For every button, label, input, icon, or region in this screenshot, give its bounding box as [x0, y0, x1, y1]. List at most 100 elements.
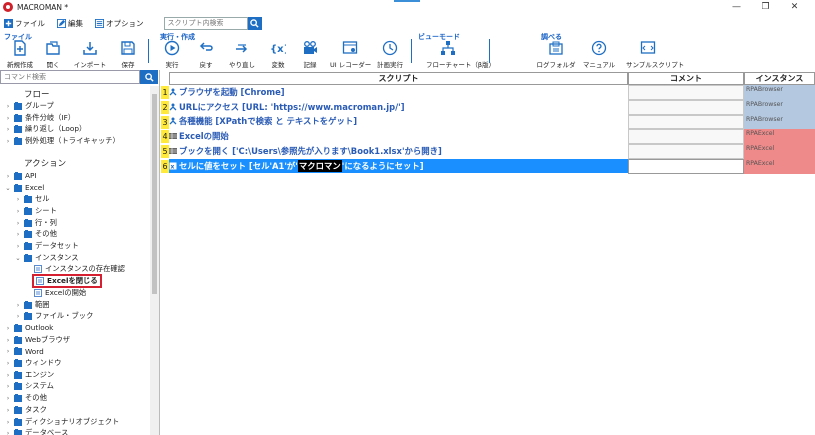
tree-item-instance-child[interactable]: Excelの開始	[24, 287, 86, 299]
command-tree-scrollbar[interactable]	[150, 86, 159, 435]
chevron-right-icon[interactable]: ›	[4, 336, 12, 344]
tree-item-category[interactable]: › ウィンドウ	[4, 357, 61, 369]
chevron-right-icon[interactable]: ›	[14, 301, 22, 309]
chevron-down-icon[interactable]: ⌄	[14, 254, 22, 262]
script-cell[interactable]: ブックを開く ['C:\Users\参照先が入ります\Book1.xlsx'から…	[169, 144, 628, 159]
script-search-input[interactable]	[163, 16, 248, 30]
instance-cell[interactable]: RPABrowser	[744, 85, 815, 100]
open-button[interactable]: 開く	[33, 40, 73, 69]
import-button[interactable]: インポート	[70, 40, 110, 69]
chevron-right-icon[interactable]: ›	[14, 230, 22, 238]
chevron-right-icon[interactable]: ›	[4, 359, 12, 367]
record-button[interactable]: 記録	[290, 40, 330, 69]
flowchart-button[interactable]: フローチャート（β版）	[426, 40, 495, 69]
chevron-right-icon[interactable]: ›	[4, 137, 12, 145]
tree-item-excel-child[interactable]: › 行・列	[14, 217, 57, 229]
tree-item-excel[interactable]: ⌄ Excel	[4, 182, 44, 194]
script-row[interactable]: 4 Excelの開始 RPAExcel	[161, 129, 815, 145]
minimize-button[interactable]: —	[722, 1, 751, 13]
chevron-right-icon[interactable]: ›	[4, 324, 12, 332]
comment-cell[interactable]	[628, 129, 744, 145]
menu-file[interactable]: ファイル	[4, 18, 45, 29]
tree-item-excel-child[interactable]: › データセット	[14, 240, 79, 252]
undo-button[interactable]: 戻す	[186, 40, 226, 69]
instance-cell[interactable]: RPAExcel	[744, 129, 815, 145]
schedule-button[interactable]: 計画実行	[370, 40, 410, 69]
instance-cell[interactable]: RPABrowser	[744, 114, 815, 130]
comment-cell[interactable]	[628, 99, 744, 115]
tree-item-flow[interactable]: › 条件分岐（IF）	[4, 112, 75, 124]
tree-item-category[interactable]: › Webブラウザ	[4, 334, 70, 346]
comment-cell[interactable]	[628, 85, 744, 100]
menu-options[interactable]: オプション	[95, 18, 144, 29]
redo-button[interactable]: やり直し	[222, 40, 262, 69]
tree-item-category[interactable]: › エンジン	[4, 369, 54, 381]
script-cell[interactable]: ブラウザを起動 [Chrome]	[169, 85, 628, 100]
tree-item-flow[interactable]: › 例外処理（トライキャッチ）	[4, 135, 120, 147]
column-header-script[interactable]: スクリプト	[169, 72, 628, 85]
chevron-down-icon[interactable]: ⌄	[4, 184, 12, 192]
comment-cell[interactable]	[628, 159, 744, 174]
script-row[interactable]: 6 x セルに値をセット [セル'A1'が' マクロマン 'になるようにセット] RPAE…	[161, 159, 815, 174]
tree-item-category[interactable]: › Outlook	[4, 322, 54, 334]
tree-item-excel-child[interactable]: › 範囲	[14, 299, 50, 311]
menu-edit[interactable]: 編集	[57, 18, 83, 29]
chevron-right-icon[interactable]: ›	[14, 195, 22, 203]
tree-item-flow[interactable]: › グループ	[4, 100, 54, 112]
comment-cell[interactable]	[628, 114, 744, 130]
tree-item-instance[interactable]: ⌄ インスタンス	[14, 252, 79, 264]
tree-item-instance-child[interactable]: Excelを閉じる	[24, 274, 102, 289]
tree-item-category[interactable]: › データベース	[4, 427, 68, 435]
chevron-right-icon[interactable]: ›	[4, 429, 12, 435]
chevron-right-icon[interactable]: ›	[4, 102, 12, 110]
tree-item-category[interactable]: › システム	[4, 381, 54, 393]
comment-cell[interactable]	[628, 144, 744, 159]
instance-cell[interactable]: RPABrowser	[744, 99, 815, 115]
tree-item-excel-child[interactable]: › セル	[14, 193, 50, 205]
script-cell[interactable]: x セルに値をセット [セル'A1'が' マクロマン 'になるようにセット]	[169, 159, 628, 174]
tree-item-category[interactable]: › その他	[4, 392, 47, 404]
script-row[interactable]: 2 URLにアクセス [URL: 'https://www.macroman.jp…	[161, 99, 815, 115]
chevron-right-icon[interactable]: ›	[4, 172, 12, 180]
chevron-right-icon[interactable]: ›	[14, 207, 22, 215]
script-cell[interactable]: 各種機能 [XPathで検索 と テキストをゲット]	[169, 115, 628, 130]
sample-script-button[interactable]: サンプルスクリプト	[626, 40, 684, 69]
tree-item-flow[interactable]: › 繰り返し（Loop）	[4, 123, 86, 135]
chevron-right-icon[interactable]: ›	[4, 125, 12, 133]
script-cell[interactable]: URLにアクセス [URL: 'https://www.macroman.jp/…	[169, 100, 628, 115]
script-cell[interactable]: Excelの開始	[169, 129, 628, 145]
instance-cell[interactable]: RPAExcel	[744, 144, 815, 159]
tree-item-category[interactable]: › ディクショナリオブジェクト	[4, 416, 119, 428]
command-search-button[interactable]	[140, 70, 158, 84]
script-row[interactable]: 1 ブラウザを起動 [Chrome] RPABrowser	[161, 85, 815, 100]
tree-item-excel-child[interactable]: › ファイル・ブック	[14, 310, 93, 322]
log-folder-button[interactable]: ログフォルダ	[536, 40, 576, 69]
chevron-right-icon[interactable]: ›	[4, 114, 12, 122]
close-button[interactable]: ✕	[780, 1, 809, 13]
ui-recorder-button[interactable]: UI レコーダー	[330, 40, 371, 69]
chevron-right-icon[interactable]: ›	[4, 406, 12, 414]
chevron-right-icon[interactable]: ›	[14, 219, 22, 227]
script-row[interactable]: 3 各種機能 [XPathで検索 と テキストをゲット] RPABrowser	[161, 114, 815, 130]
chevron-right-icon[interactable]: ›	[14, 242, 22, 250]
script-search-button[interactable]	[247, 16, 262, 30]
tree-item-excel-child[interactable]: › その他	[14, 229, 57, 241]
tree-item-api[interactable]: › API	[4, 170, 37, 182]
chevron-right-icon[interactable]: ›	[4, 347, 12, 355]
script-row[interactable]: 5 ブックを開く ['C:\Users\参照先が入ります\Book1.xlsx'か…	[161, 144, 815, 159]
scrollbar-thumb[interactable]	[152, 94, 157, 294]
chevron-right-icon[interactable]: ›	[4, 371, 12, 379]
column-header-comment[interactable]: コメント	[628, 72, 744, 85]
column-header-instance[interactable]: インスタンス	[744, 72, 815, 85]
chevron-right-icon[interactable]: ›	[14, 312, 22, 320]
maximize-button[interactable]: ❐	[751, 1, 780, 13]
chevron-right-icon[interactable]: ›	[4, 418, 12, 426]
tree-item-category[interactable]: › タスク	[4, 404, 47, 416]
tree-item-excel-child[interactable]: › シート	[14, 205, 57, 217]
tree-item-category[interactable]: › Word	[4, 346, 44, 358]
command-search-input[interactable]	[0, 70, 140, 84]
chevron-right-icon[interactable]: ›	[4, 394, 12, 402]
manual-button[interactable]: マニュアル	[579, 40, 619, 69]
instance-cell[interactable]: RPAExcel	[744, 159, 815, 174]
save-button[interactable]: 保存	[108, 40, 148, 69]
